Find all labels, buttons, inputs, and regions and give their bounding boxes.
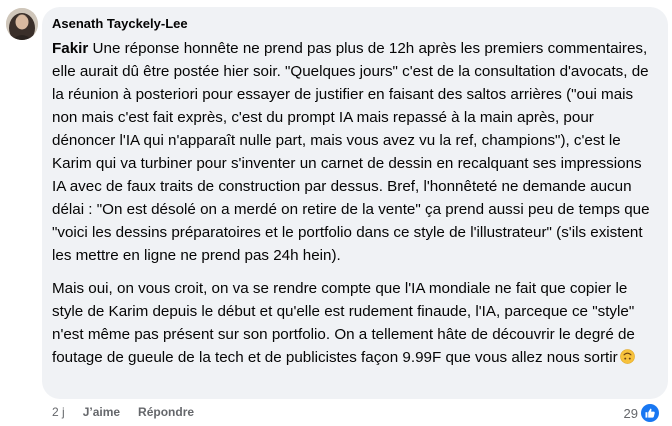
comment-actions: 2 j J’aime Répondre: [52, 404, 194, 420]
comment-paragraph-2-text: Mais oui, on vous croit, on va se rendre…: [52, 280, 635, 366]
reaction-summary[interactable]: 29: [624, 404, 659, 422]
comment-paragraph-2: Mais oui, on vous croit, on va se rendre…: [52, 277, 658, 369]
like-button[interactable]: J’aime: [83, 404, 120, 420]
mention-link[interactable]: Fakir: [52, 40, 88, 57]
reaction-count: 29: [623, 405, 638, 421]
comment-paragraph-1: Fakir Une réponse honnête ne prend pas p…: [52, 37, 658, 267]
upside-down-face-icon: [619, 348, 635, 364]
like-icon: [641, 404, 659, 422]
comment-bubble: Asenath Tayckely-Lee Fakir Une réponse h…: [42, 7, 668, 399]
reply-button[interactable]: Répondre: [138, 404, 194, 420]
comment-paragraph-1-text: Une réponse honnête ne prend pas plus de…: [52, 40, 650, 264]
comment-author[interactable]: Asenath Tayckely-Lee: [52, 15, 658, 32]
avatar[interactable]: [6, 8, 38, 40]
timestamp[interactable]: 2 j: [52, 404, 65, 420]
